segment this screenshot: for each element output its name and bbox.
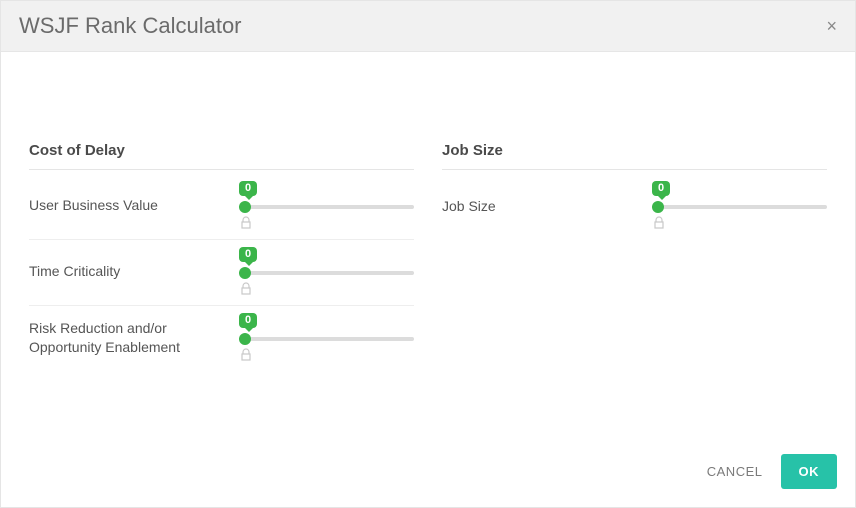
slider-thumb[interactable] [239, 201, 251, 213]
modal-footer: CANCEL OK [1, 442, 855, 507]
label-user-business-value: User Business Value [29, 196, 239, 215]
lock-icon [239, 347, 253, 363]
slider-time-criticality[interactable]: 0 [239, 251, 414, 293]
slider-job-size[interactable]: 0 [652, 185, 827, 227]
ok-button[interactable]: OK [781, 454, 838, 489]
close-icon: × [826, 16, 837, 36]
slider-thumb[interactable] [652, 201, 664, 213]
job-size-column: Job Size Job Size 0 [442, 142, 827, 442]
value-badge: 0 [652, 181, 670, 196]
lock-icon [239, 215, 253, 231]
row-time-criticality: Time Criticality 0 [29, 240, 414, 306]
cancel-button[interactable]: CANCEL [707, 464, 763, 479]
slider-risk-reduction[interactable]: 0 [239, 317, 414, 359]
modal-title: WSJF Rank Calculator [19, 13, 242, 39]
row-job-size: Job Size 0 [442, 174, 827, 240]
slider-thumb[interactable] [239, 333, 251, 345]
slider-track [652, 205, 827, 209]
value-badge: 0 [239, 181, 257, 196]
cost-of-delay-column: Cost of Delay User Business Value 0 Time… [29, 142, 414, 442]
label-job-size: Job Size [442, 197, 652, 216]
value-badge: 0 [239, 313, 257, 328]
lock-icon [239, 281, 253, 297]
slider-thumb[interactable] [239, 267, 251, 279]
cost-of-delay-heading: Cost of Delay [29, 142, 414, 170]
slider-track [239, 337, 414, 341]
slider-track [239, 205, 414, 209]
wsjf-modal: WSJF Rank Calculator × Cost of Delay Use… [0, 0, 856, 508]
slider-track [239, 271, 414, 275]
job-size-heading: Job Size [442, 142, 827, 170]
close-button[interactable]: × [826, 17, 837, 35]
row-user-business-value: User Business Value 0 [29, 174, 414, 240]
lock-icon [652, 215, 666, 231]
row-risk-reduction: Risk Reduction and/or Opportunity Enable… [29, 306, 414, 372]
modal-body: Cost of Delay User Business Value 0 Time… [1, 52, 855, 442]
label-time-criticality: Time Criticality [29, 262, 239, 281]
slider-user-business-value[interactable]: 0 [239, 185, 414, 227]
value-badge: 0 [239, 247, 257, 262]
label-risk-reduction: Risk Reduction and/or Opportunity Enable… [29, 319, 239, 357]
modal-header: WSJF Rank Calculator × [1, 1, 855, 52]
